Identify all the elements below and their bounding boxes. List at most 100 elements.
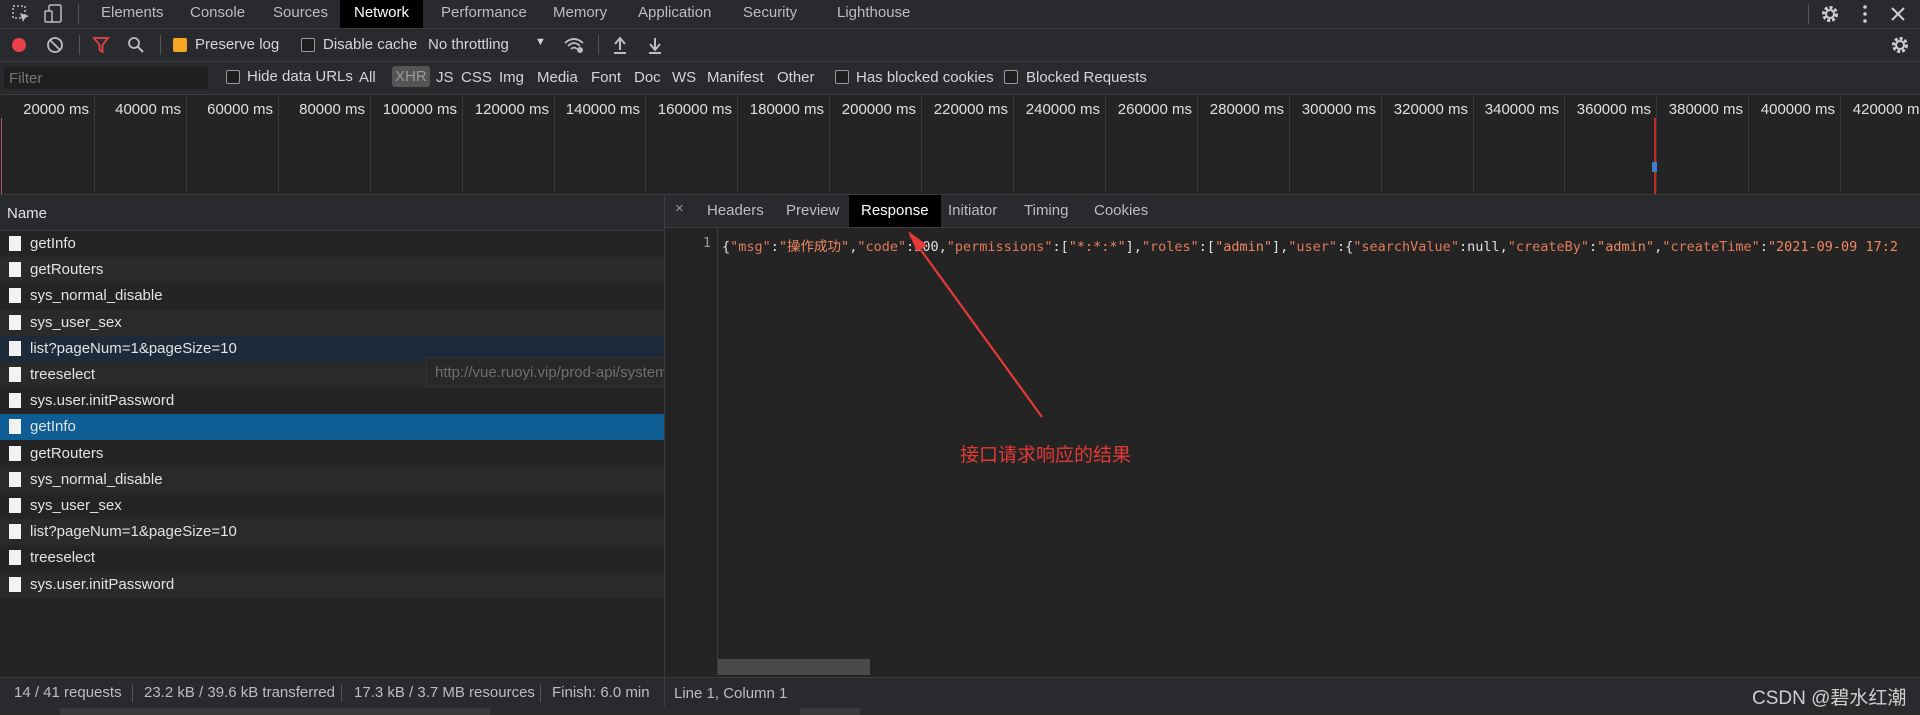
filter-type-all[interactable]: All (359, 69, 376, 86)
request-name: getRouters (30, 261, 104, 279)
response-token: ], (1271, 239, 1289, 255)
close-devtools-icon[interactable] (1887, 3, 1909, 25)
filter-icon[interactable] (92, 36, 110, 54)
clear-icon[interactable] (46, 36, 64, 54)
response-token: "code" (857, 239, 907, 255)
document-icon (9, 367, 21, 382)
response-token: , (1654, 239, 1663, 255)
tab-preview[interactable]: Preview (774, 195, 851, 227)
request-name: sys_user_sex (30, 497, 122, 514)
request-row[interactable]: getRouters (0, 440, 664, 467)
search-icon[interactable] (127, 36, 145, 54)
response-token: , (1499, 239, 1508, 255)
filter-type-other[interactable]: Other (777, 69, 815, 86)
timeline-tick-label: 140000 ms (565, 101, 640, 118)
tab-network[interactable]: Network (340, 0, 424, 28)
response-token: :{ (1337, 239, 1354, 255)
request-name: list?pageNum=1&pageSize=10 (30, 523, 237, 541)
filter-type-js[interactable]: JS (436, 69, 454, 86)
request-row[interactable]: sys_user_sex (0, 309, 664, 336)
filter-type-doc[interactable]: Doc (634, 69, 661, 86)
tab-elements[interactable]: Elements (87, 0, 178, 28)
close-detail-icon[interactable]: × (675, 200, 684, 217)
request-row[interactable]: sys.user.initPassword (0, 388, 664, 415)
tab-security[interactable]: Security (729, 0, 811, 28)
filter-type-font[interactable]: Font (591, 69, 621, 86)
divider (78, 4, 79, 24)
tab-headers[interactable]: Headers (695, 195, 776, 227)
request-name: treeselect (30, 366, 96, 383)
response-token: :[ (1198, 239, 1216, 255)
settings-gear-icon[interactable] (1819, 3, 1841, 25)
watermark: CSDN @碧水红潮 (1752, 688, 1907, 709)
tab-response[interactable]: Response (849, 195, 941, 227)
horizontal-scrollbar-thumb[interactable] (718, 659, 870, 675)
response-token: ], (1125, 239, 1142, 255)
tab-sources[interactable]: Sources (259, 0, 342, 28)
tab-performance[interactable]: Performance (427, 0, 541, 28)
tab-console[interactable]: Console (176, 0, 259, 28)
response-token: "*:*:*" (1068, 239, 1126, 255)
export-har-icon[interactable] (646, 35, 664, 55)
preserve-log-checkbox[interactable] (173, 38, 187, 52)
tab-lighthouse[interactable]: Lighthouse (823, 0, 924, 28)
tab-timing[interactable]: Timing (1012, 195, 1080, 227)
filter-type-img[interactable]: Img (499, 69, 524, 86)
has-blocked-cookies-checkbox[interactable] (835, 70, 849, 84)
tab-initiator[interactable]: Initiator (936, 195, 1009, 227)
response-token: "admin" (1215, 239, 1272, 255)
request-row[interactable]: sys_normal_disable (0, 466, 664, 493)
has-blocked-cookies-label: Has blocked cookies (856, 69, 994, 86)
filter-input[interactable] (4, 67, 208, 89)
request-row[interactable]: getInfo (0, 231, 664, 257)
request-name: sys_normal_disable (30, 470, 163, 488)
tab-memory[interactable]: Memory (539, 0, 621, 28)
request-row[interactable]: sys_normal_disable (0, 283, 664, 310)
inspect-element-icon[interactable] (10, 3, 32, 25)
tab-application[interactable]: Application (624, 0, 725, 28)
device-toolbar-icon[interactable] (42, 3, 64, 25)
request-name: sys_normal_disable (30, 287, 163, 305)
network-conditions-icon[interactable] (563, 35, 585, 55)
request-row[interactable]: getRouters (0, 257, 664, 284)
network-settings-gear-icon[interactable] (1889, 34, 1911, 56)
divider (341, 684, 342, 702)
timeline-tick-label: 220000 ms (933, 101, 1008, 118)
preserve-log-label: Preserve log (195, 36, 280, 53)
throttling-select[interactable]: No throttling (428, 36, 509, 53)
document-icon (9, 524, 21, 540)
blocked-requests-label: Blocked Requests (1026, 69, 1147, 86)
timeline-tick-label: 280000 ms (1209, 101, 1284, 118)
request-row[interactable]: sys.user.initPassword (0, 571, 664, 598)
import-har-icon[interactable] (611, 35, 629, 55)
request-row[interactable]: getInfo (0, 414, 664, 441)
tab-cookies[interactable]: Cookies (1082, 195, 1160, 227)
timeline-start-marker (1, 118, 2, 194)
blocked-requests-checkbox[interactable] (1004, 70, 1018, 84)
filter-type-ws[interactable]: WS (672, 69, 696, 86)
response-viewer[interactable] (665, 228, 1920, 676)
timeline-tick-label: 20000 ms (23, 101, 89, 118)
name-column-header[interactable]: Name (0, 195, 664, 231)
request-row[interactable]: treeselect (0, 545, 664, 572)
document-icon (9, 314, 21, 330)
filter-type-css[interactable]: CSS (461, 69, 492, 86)
filter-type-media[interactable]: Media (537, 69, 578, 86)
response-token: null (1467, 239, 1500, 255)
timeline-tick-label: 360000 ms (1576, 101, 1651, 118)
response-token: "操作成功" (778, 239, 850, 255)
request-row[interactable]: list?pageNum=1&pageSize=10 (0, 519, 664, 546)
chevron-down-icon[interactable]: ▼ (535, 36, 546, 48)
line-gutter: 1 (665, 228, 718, 676)
divider (1808, 4, 1809, 24)
filter-type-manifest[interactable]: Manifest (707, 69, 764, 86)
request-row[interactable]: sys_user_sex (0, 493, 664, 519)
hide-data-urls-checkbox[interactable] (226, 70, 240, 84)
more-options-icon[interactable] (1854, 3, 1876, 25)
response-token: :[ (1052, 239, 1069, 255)
filter-type-xhr[interactable]: XHR (392, 66, 430, 87)
record-icon[interactable] (10, 36, 28, 54)
disable-cache-checkbox[interactable] (301, 38, 315, 52)
horizontal-scrollbar-track (718, 659, 1920, 676)
divider (540, 684, 541, 702)
